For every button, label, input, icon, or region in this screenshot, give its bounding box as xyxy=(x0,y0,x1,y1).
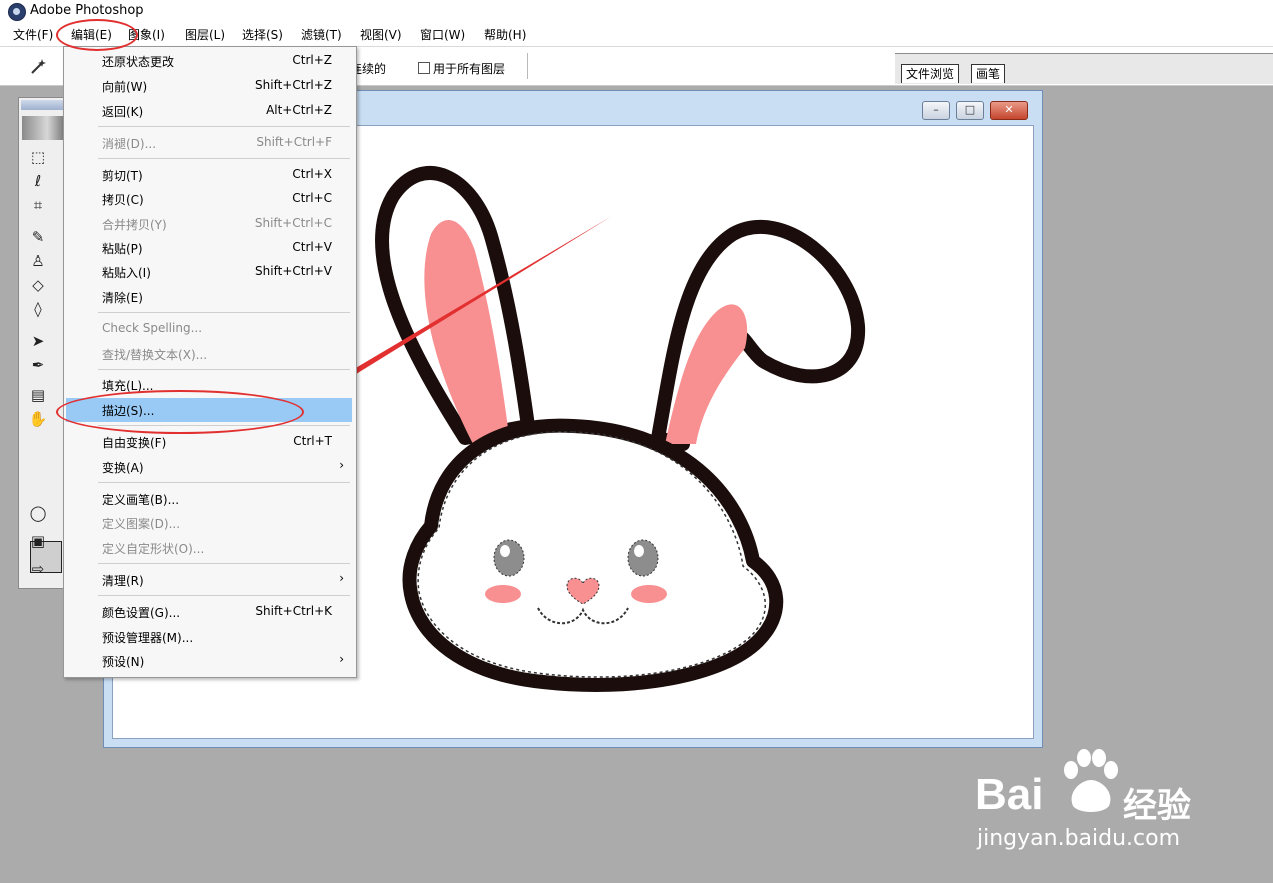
menu-item-define-brush[interactable]: 定义画笔(B)... xyxy=(64,487,356,511)
annotation-circle-stroke xyxy=(56,390,304,434)
menu-item-label: 向前(W) xyxy=(102,80,148,94)
menu-item-fade: 消褪(D)... Shift+Ctrl+F xyxy=(64,131,356,155)
menu-item-paste-into[interactable]: 粘贴入(I) Shift+Ctrl+V xyxy=(64,260,356,284)
menu-item-shortcut: Ctrl+X xyxy=(292,167,332,181)
menu-separator xyxy=(98,563,350,564)
menu-item-color-settings[interactable]: 颜色设置(G)... Shift+Ctrl+K xyxy=(64,600,356,624)
menu-item-label: 定义自定形状(O)... xyxy=(102,542,205,556)
menu-item-shortcut: Shift+Ctrl+F xyxy=(256,135,332,149)
baidu-paw-icon xyxy=(1064,749,1118,812)
submenu-arrow-icon: › xyxy=(339,652,344,666)
menu-item-define-shape: 定义自定形状(O)... xyxy=(64,536,356,560)
menu-item-label: 粘贴入(I) xyxy=(102,266,151,280)
menu-separator xyxy=(98,158,350,159)
menu-item-label: 清理(R) xyxy=(102,574,144,588)
menu-item-transform[interactable]: 变换(A) › xyxy=(64,455,356,479)
menu-item-shortcut: Ctrl+Z xyxy=(292,53,332,67)
watermark-url: jingyan.baidu.com xyxy=(977,826,1181,851)
menu-item-label: 预设(N) xyxy=(102,655,145,669)
menu-item-presets[interactable]: 预设(N) › xyxy=(64,649,356,673)
menu-item-clear[interactable]: 清除(E) xyxy=(64,285,356,309)
menu-item-label: 还原状态更改 xyxy=(102,55,175,69)
watermark-brand: Bai xyxy=(975,770,1044,819)
menu-separator xyxy=(98,369,350,370)
menu-item-shortcut: Shift+Ctrl+V xyxy=(255,264,332,278)
menu-item-label: 剪切(T) xyxy=(102,169,143,183)
menu-item-label: 定义画笔(B)... xyxy=(102,493,180,507)
menu-separator xyxy=(98,595,350,596)
menu-item-define-pattern: 定义图案(D)... xyxy=(64,511,356,535)
menu-item-step-backward[interactable]: 返回(K) Alt+Ctrl+Z xyxy=(64,99,356,123)
menu-item-label: 拷贝(C) xyxy=(102,193,144,207)
menu-item-label: 粘贴(P) xyxy=(102,242,143,256)
submenu-arrow-icon: › xyxy=(339,571,344,585)
menu-item-shortcut: Shift+Ctrl+K xyxy=(255,604,332,618)
menu-item-step-forward[interactable]: 向前(W) Shift+Ctrl+Z xyxy=(64,74,356,98)
menu-item-shortcut: Alt+Ctrl+Z xyxy=(266,103,332,117)
menu-item-label: 颜色设置(G)... xyxy=(102,606,181,620)
edit-menu: 还原状态更改 Ctrl+Z 向前(W) Shift+Ctrl+Z 返回(K) Alt+… xyxy=(63,46,357,678)
menu-separator xyxy=(98,312,350,313)
menu-item-label: 变换(A) xyxy=(102,461,144,475)
menu-item-label: Check Spelling... xyxy=(102,321,203,335)
annotation-circle-edit-menu xyxy=(56,19,138,51)
menu-item-check-spelling: Check Spelling... xyxy=(64,317,356,341)
menu-item-cut[interactable]: 剪切(T) Ctrl+X xyxy=(64,163,356,187)
menu-item-label: 预设管理器(M)... xyxy=(102,631,194,645)
menu-item-free-transform[interactable]: 自由变换(F) Ctrl+T xyxy=(64,430,356,454)
menu-item-label: 返回(K) xyxy=(102,105,144,119)
menu-item-undo[interactable]: 还原状态更改 Ctrl+Z xyxy=(64,49,356,73)
menu-item-preset-manager[interactable]: 预设管理器(M)... xyxy=(64,625,356,649)
menu-item-label: 清除(E) xyxy=(102,291,143,305)
menu-item-shortcut: Shift+Ctrl+Z xyxy=(255,78,332,92)
menu-item-find-replace: 查找/替换文本(X)... xyxy=(64,342,356,366)
submenu-arrow-icon: › xyxy=(339,458,344,472)
menu-item-copy[interactable]: 拷贝(C) Ctrl+C xyxy=(64,187,356,211)
menu-item-shortcut: Shift+Ctrl+C xyxy=(254,216,332,230)
menu-item-label: 定义图案(D)... xyxy=(102,517,181,531)
menu-separator xyxy=(98,482,350,483)
menu-separator xyxy=(98,126,350,127)
menu-item-label: 消褪(D)... xyxy=(102,137,157,151)
menu-item-shortcut: Ctrl+V xyxy=(292,240,332,254)
menu-item-label: 自由变换(F) xyxy=(102,436,167,450)
menu-item-shortcut: Ctrl+C xyxy=(292,191,332,205)
menu-item-shortcut: Ctrl+T xyxy=(293,434,332,448)
menu-item-copy-merged: 合并拷贝(Y) Shift+Ctrl+C xyxy=(64,212,356,236)
menu-item-label: 合并拷贝(Y) xyxy=(102,218,167,232)
baidu-watermark: Bai 经验 jingyan.baidu.com xyxy=(975,748,1235,858)
watermark-brand-tail: 经验 xyxy=(1123,786,1191,826)
menu-item-paste[interactable]: 粘贴(P) Ctrl+V xyxy=(64,236,356,260)
menu-item-purge[interactable]: 清理(R) › xyxy=(64,568,356,592)
menu-item-label: 查找/替换文本(X)... xyxy=(102,348,208,362)
